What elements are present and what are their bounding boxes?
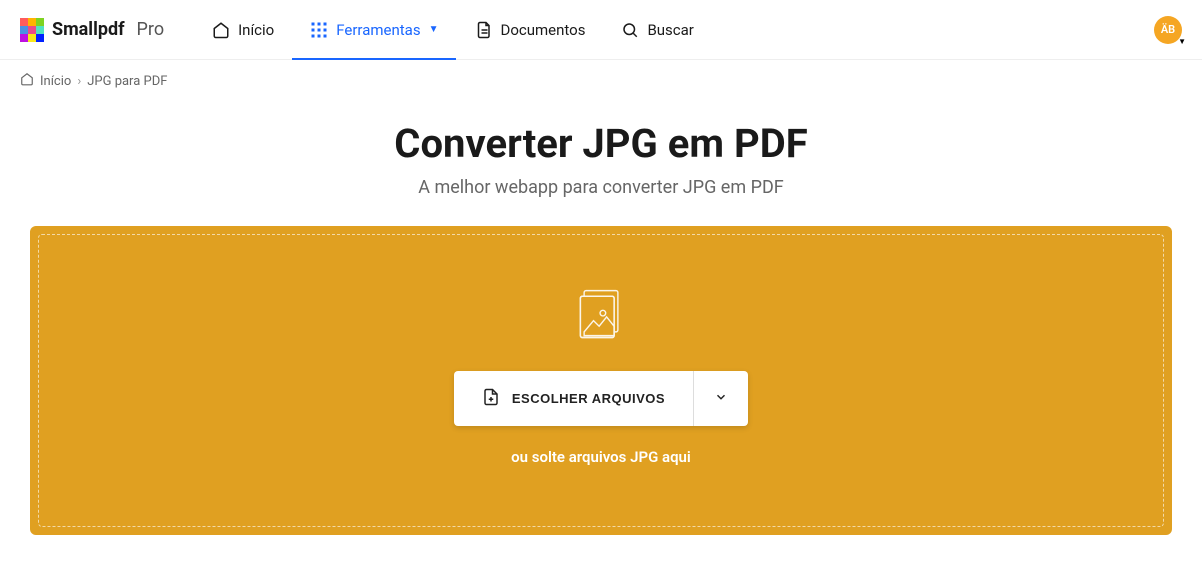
nav-search-label: Buscar <box>647 21 693 39</box>
image-stack-icon <box>571 285 631 349</box>
dropzone-container: ESCOLHER ARQUIVOS ou solte arquivos JPG … <box>0 226 1202 565</box>
dropzone[interactable]: ESCOLHER ARQUIVOS ou solte arquivos JPG … <box>30 226 1172 535</box>
choose-files-label: ESCOLHER ARQUIVOS <box>512 391 665 406</box>
brand-tier: Pro <box>137 19 165 40</box>
drop-hint: ou solte arquivos JPG aqui <box>511 448 691 466</box>
main-nav: Início Ferramentas ▼ Documentos Buscar <box>194 0 712 60</box>
smallpdf-logo-icon <box>20 18 44 42</box>
page-title: Converter JPG em PDF <box>20 120 1182 167</box>
file-add-icon <box>482 387 500 410</box>
page-subtitle: A melhor webapp para converter JPG em PD… <box>20 177 1182 198</box>
caret-down-icon: ▼ <box>429 24 439 35</box>
choose-files-button[interactable]: ESCOLHER ARQUIVOS <box>454 371 693 426</box>
nav-tools[interactable]: Ferramentas ▼ <box>292 0 456 60</box>
documents-icon <box>474 21 492 39</box>
home-icon <box>20 72 34 90</box>
brand-name: Smallpdf <box>52 19 125 40</box>
nav-tools-label: Ferramentas <box>336 21 420 39</box>
chevron-down-icon <box>714 390 728 407</box>
user-avatar[interactable]: ÄB ▼ <box>1154 16 1182 44</box>
caret-down-icon: ▼ <box>1178 37 1186 46</box>
breadcrumb-separator: › <box>77 74 81 89</box>
breadcrumb: Início › JPG para PDF <box>0 60 1202 102</box>
breadcrumb-home[interactable]: Início <box>40 74 71 89</box>
home-icon <box>212 21 230 39</box>
grid-icon <box>310 21 328 39</box>
choose-button-group: ESCOLHER ARQUIVOS <box>454 371 748 426</box>
dropzone-inner: ESCOLHER ARQUIVOS ou solte arquivos JPG … <box>38 234 1164 527</box>
avatar-initials: ÄB <box>1161 23 1175 36</box>
nav-documents[interactable]: Documentos <box>456 0 603 60</box>
nav-search[interactable]: Buscar <box>603 0 711 60</box>
brand-logo[interactable]: Smallpdf Pro <box>20 18 164 42</box>
nav-documents-label: Documentos <box>500 21 585 39</box>
nav-home-label: Início <box>238 21 274 39</box>
nav-home[interactable]: Início <box>194 0 292 60</box>
top-header: Smallpdf Pro Início Ferramentas ▼ Docume… <box>0 0 1202 60</box>
search-icon <box>621 21 639 39</box>
hero: Converter JPG em PDF A melhor webapp par… <box>0 102 1202 226</box>
breadcrumb-current: JPG para PDF <box>87 74 167 89</box>
choose-more-button[interactable] <box>693 371 748 426</box>
